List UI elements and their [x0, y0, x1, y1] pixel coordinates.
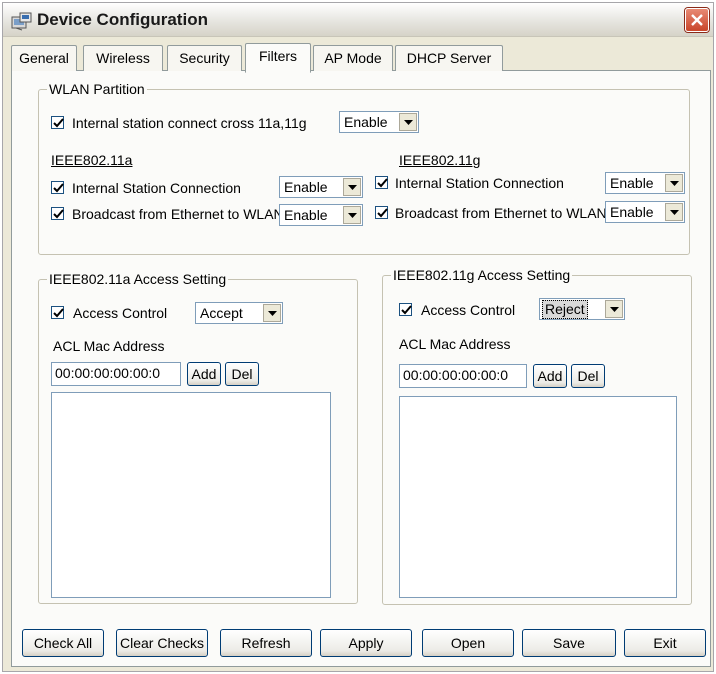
tab-filters[interactable]: Filters — [245, 43, 311, 73]
a-access-mode-value: Accept — [200, 305, 243, 321]
filters-panel: WLAN Partition Internal station connect … — [11, 71, 711, 667]
g-internal-station-label: Internal Station Connection — [395, 175, 564, 191]
chevron-down-icon[interactable] — [343, 206, 361, 224]
g-del-button[interactable]: Del — [571, 364, 605, 388]
g-broadcast-label: Broadcast from Ethernet to WLAN — [395, 205, 607, 221]
a-access-control-label: Access Control — [73, 305, 168, 321]
a-acl-mac-list[interactable] — [51, 392, 331, 598]
network-device-icon — [11, 11, 33, 31]
g-access-control-checkbox[interactable] — [399, 303, 412, 316]
g-internal-station-select[interactable]: Enable — [605, 172, 685, 194]
checkmark-icon — [53, 308, 64, 318]
g-access-mode-value: Reject — [542, 300, 588, 319]
a-broadcast-label: Broadcast from Ethernet to WLAN — [72, 206, 284, 222]
g-broadcast-select[interactable]: Enable — [605, 201, 685, 223]
ieee80211a-heading: IEEE802.11a — [51, 152, 133, 168]
wlan-partition-group: WLAN Partition Internal station connect … — [38, 81, 690, 255]
check-all-button[interactable]: Check All — [22, 629, 104, 657]
tab-wireless[interactable]: Wireless — [83, 45, 163, 71]
a-mac-address-input[interactable]: 00:00:00:00:00:0 — [51, 362, 181, 386]
a-acl-mac-label: ACL Mac Address — [53, 338, 165, 354]
window-title: Device Configuration — [37, 10, 208, 29]
access-setting-g-group: IEEE802.11g Access Setting Access Contro… — [382, 267, 692, 605]
a-broadcast-value: Enable — [284, 207, 328, 223]
a-internal-station-value: Enable — [284, 179, 328, 195]
chevron-down-icon[interactable] — [263, 304, 281, 322]
cross-11a-11g-label: Internal station connect cross 11a,11g — [72, 115, 307, 131]
g-internal-station-value: Enable — [610, 175, 654, 191]
a-add-button[interactable]: Add — [187, 362, 221, 386]
exit-button[interactable]: Exit — [624, 629, 706, 657]
tab-ap-mode[interactable]: AP Mode — [313, 45, 393, 71]
cross-11a-11g-checkbox[interactable] — [51, 116, 64, 129]
g-acl-mac-list[interactable] — [399, 396, 677, 598]
g-access-control-label: Access Control — [421, 302, 516, 318]
a-internal-station-select[interactable]: Enable — [279, 176, 363, 198]
g-mac-address-input[interactable]: 00:00:00:00:00:0 — [399, 364, 527, 388]
g-access-mode-select[interactable]: Reject — [539, 298, 625, 320]
checkmark-icon — [377, 178, 388, 188]
a-access-control-checkbox[interactable] — [51, 306, 64, 319]
a-internal-station-label: Internal Station Connection — [72, 180, 241, 196]
chevron-down-icon[interactable] — [665, 203, 683, 221]
g-add-button[interactable]: Add — [533, 364, 567, 388]
cross-11a-11g-select[interactable]: Enable — [339, 111, 419, 133]
chevron-down-icon[interactable] — [343, 178, 361, 196]
tab-dhcp-server[interactable]: DHCP Server — [395, 45, 503, 71]
device-configuration-window: Device Configuration General Wireless Se… — [2, 2, 714, 672]
access-setting-a-group: IEEE802.11a Access Setting Access Contro… — [38, 271, 358, 604]
a-broadcast-select[interactable]: Enable — [279, 204, 363, 226]
a-del-button[interactable]: Del — [225, 362, 259, 386]
checkmark-icon — [377, 208, 388, 218]
tab-security[interactable]: Security — [167, 45, 242, 71]
chevron-down-icon[interactable] — [399, 113, 417, 131]
checkmark-icon — [53, 183, 64, 193]
close-icon — [691, 14, 703, 26]
refresh-button[interactable]: Refresh — [220, 629, 312, 657]
checkmark-icon — [53, 209, 64, 219]
tab-general[interactable]: General — [11, 45, 77, 71]
save-button[interactable]: Save — [522, 629, 616, 657]
g-broadcast-checkbox[interactable] — [375, 206, 388, 219]
open-button[interactable]: Open — [422, 629, 514, 657]
g-acl-mac-label: ACL Mac Address — [399, 336, 511, 352]
checkmark-icon — [53, 118, 64, 128]
access-setting-g-title: IEEE802.11g Access Setting — [391, 267, 573, 283]
g-broadcast-value: Enable — [610, 204, 654, 220]
cross-11a-11g-value: Enable — [344, 114, 388, 130]
checkmark-icon — [401, 305, 412, 315]
chevron-down-icon[interactable] — [605, 300, 623, 318]
a-broadcast-checkbox[interactable] — [51, 207, 64, 220]
apply-button[interactable]: Apply — [320, 629, 412, 657]
wlan-partition-title: WLAN Partition — [47, 81, 147, 97]
a-internal-station-checkbox[interactable] — [51, 181, 64, 194]
close-button[interactable] — [685, 8, 709, 32]
clear-checks-button[interactable]: Clear Checks — [116, 629, 208, 657]
access-setting-a-title: IEEE802.11a Access Setting — [47, 271, 229, 287]
chevron-down-icon[interactable] — [665, 174, 683, 192]
title-bar: Device Configuration — [3, 3, 713, 37]
ieee80211g-heading: IEEE802.11g — [399, 152, 481, 168]
a-access-mode-select[interactable]: Accept — [195, 302, 283, 324]
tab-bar: General Wireless Security Filters AP Mod… — [11, 43, 711, 73]
g-internal-station-checkbox[interactable] — [375, 176, 388, 189]
